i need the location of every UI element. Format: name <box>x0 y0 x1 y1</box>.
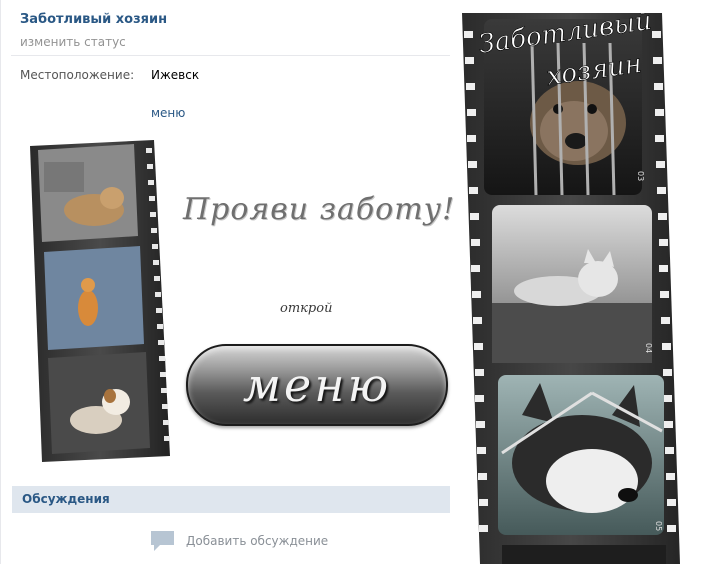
promo-menu-button[interactable]: меню <box>186 344 448 426</box>
speech-bubble-icon <box>151 531 174 551</box>
profile-name[interactable]: Заботливый хозяин <box>20 12 167 27</box>
change-status-link[interactable]: изменить статус <box>20 35 126 49</box>
film-poster-image[interactable]: Заботливый хозяин 03 04 05 <box>462 13 680 564</box>
header-divider <box>11 55 450 56</box>
location-value[interactable]: Ижевск <box>151 68 199 82</box>
promo-menu-button-label: меню <box>242 358 392 412</box>
kitten-photo <box>44 246 144 350</box>
corgi-puppy-photo <box>48 352 150 454</box>
discussions-title[interactable]: Обсуждения <box>22 492 110 506</box>
filmstrip-left-image <box>30 140 170 462</box>
frame-number-05: 05 <box>654 521 663 531</box>
menu-link[interactable]: меню <box>151 106 185 120</box>
husky-photo <box>498 375 664 535</box>
frame-number-04: 04 <box>644 343 653 353</box>
location-label: Местоположение: <box>20 68 135 82</box>
puppy-photo <box>38 144 138 242</box>
add-discussion-label: Добавить обсуждение <box>186 534 329 548</box>
promo-open-text: открой <box>280 301 333 316</box>
frame-number-03: 03 <box>636 171 645 181</box>
add-discussion-button[interactable]: Добавить обсуждение <box>150 530 328 552</box>
kitten-photo-right <box>492 205 652 363</box>
promo-slogan: Прояви заботу! <box>183 192 456 227</box>
